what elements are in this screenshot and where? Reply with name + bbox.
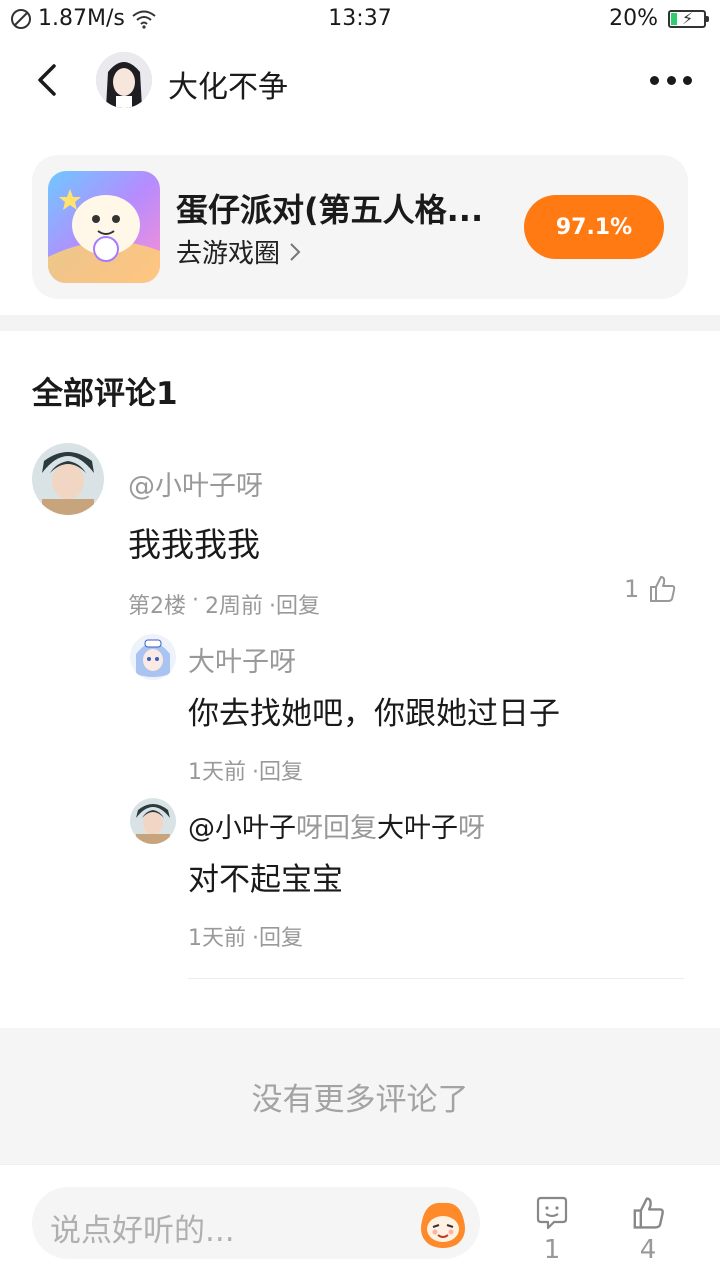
comments-title: 全部评论1: [32, 376, 178, 412]
comment-input[interactable]: 说点好听的...: [32, 1187, 480, 1259]
game-circle-link[interactable]: 去游戏圈: [176, 233, 302, 270]
status-bar: 1.87M/s 13:37 20% ⚡: [0, 0, 720, 40]
thumb-up-icon: [650, 576, 676, 602]
no-more-comments: 没有更多评论了: [0, 1028, 720, 1164]
reply-avatar[interactable]: [130, 634, 176, 680]
comment-text: 我我我我: [128, 525, 260, 564]
battery-percent: 20%: [609, 6, 658, 31]
chevron-right-icon: [290, 242, 301, 261]
mascot-icon[interactable]: [416, 1197, 470, 1251]
reply-word: 回复: [323, 813, 377, 844]
more-icon[interactable]: [650, 68, 692, 92]
author-avatar[interactable]: [96, 52, 152, 108]
reply-reply-link[interactable]: ·回复: [252, 754, 303, 786]
comment-count-button[interactable]: 1: [527, 1195, 577, 1265]
reply-text: 对不起宝宝: [188, 862, 343, 898]
reply-user-name[interactable]: 大叶子呀: [188, 640, 296, 679]
comment-count: 1: [543, 1235, 561, 1265]
commenter-avatar[interactable]: [32, 443, 104, 515]
game-circle-label: 去游戏圈: [176, 239, 281, 269]
comment-time: 2周前: [205, 594, 263, 619]
reply-target-name[interactable]: 大叶子: [377, 813, 458, 844]
reply-time: 1天前: [188, 926, 246, 951]
reply-user-name[interactable]: @小叶子: [188, 813, 296, 844]
game-title: 蛋仔派对(第五人格...: [176, 191, 484, 229]
comment-like-button[interactable]: 1: [624, 574, 677, 604]
game-icon: [48, 171, 160, 283]
comment-like-count: 1: [624, 575, 640, 603]
top-nav: 大化不争: [0, 40, 720, 120]
comment-meta: 第2楼 · 2周前 ·回复: [128, 588, 320, 620]
battery-level: [671, 12, 678, 25]
reply-user-line: @小叶子呀回复大叶子呀: [188, 813, 485, 844]
like-count: 4: [639, 1235, 657, 1265]
back-icon[interactable]: [28, 60, 68, 100]
game-card[interactable]: 蛋仔派对(第五人格... 去游戏圈 97.1%: [32, 155, 688, 299]
game-rating-button[interactable]: 97.1%: [524, 195, 664, 259]
commenter-name[interactable]: @小叶子呀: [128, 464, 263, 503]
reply-time: 1天前: [188, 760, 246, 785]
reply-meta: 1天前 ·回复: [188, 754, 303, 786]
comment-input-placeholder: 说点好听的...: [50, 1213, 235, 1249]
reply-reply-link[interactable]: ·回复: [252, 920, 303, 952]
reply-text: 你去找她吧，你跟她过日子: [188, 696, 560, 732]
battery-icon: ⚡: [668, 9, 709, 28]
comment-icon: [536, 1196, 568, 1230]
author-name[interactable]: 大化不争: [168, 62, 288, 106]
comment-floor: 第2楼: [128, 594, 186, 619]
reply-meta: 1天前 ·回复: [188, 920, 303, 952]
bottom-bar: 说点好听的... 1 4: [0, 1164, 720, 1280]
comment-reply-link[interactable]: ·回复: [269, 588, 320, 620]
reply-avatar[interactable]: [130, 798, 176, 844]
reply-divider: [188, 978, 684, 979]
like-button[interactable]: 4: [623, 1195, 673, 1265]
thumb-up-icon: [633, 1197, 664, 1229]
section-divider: [0, 315, 720, 331]
